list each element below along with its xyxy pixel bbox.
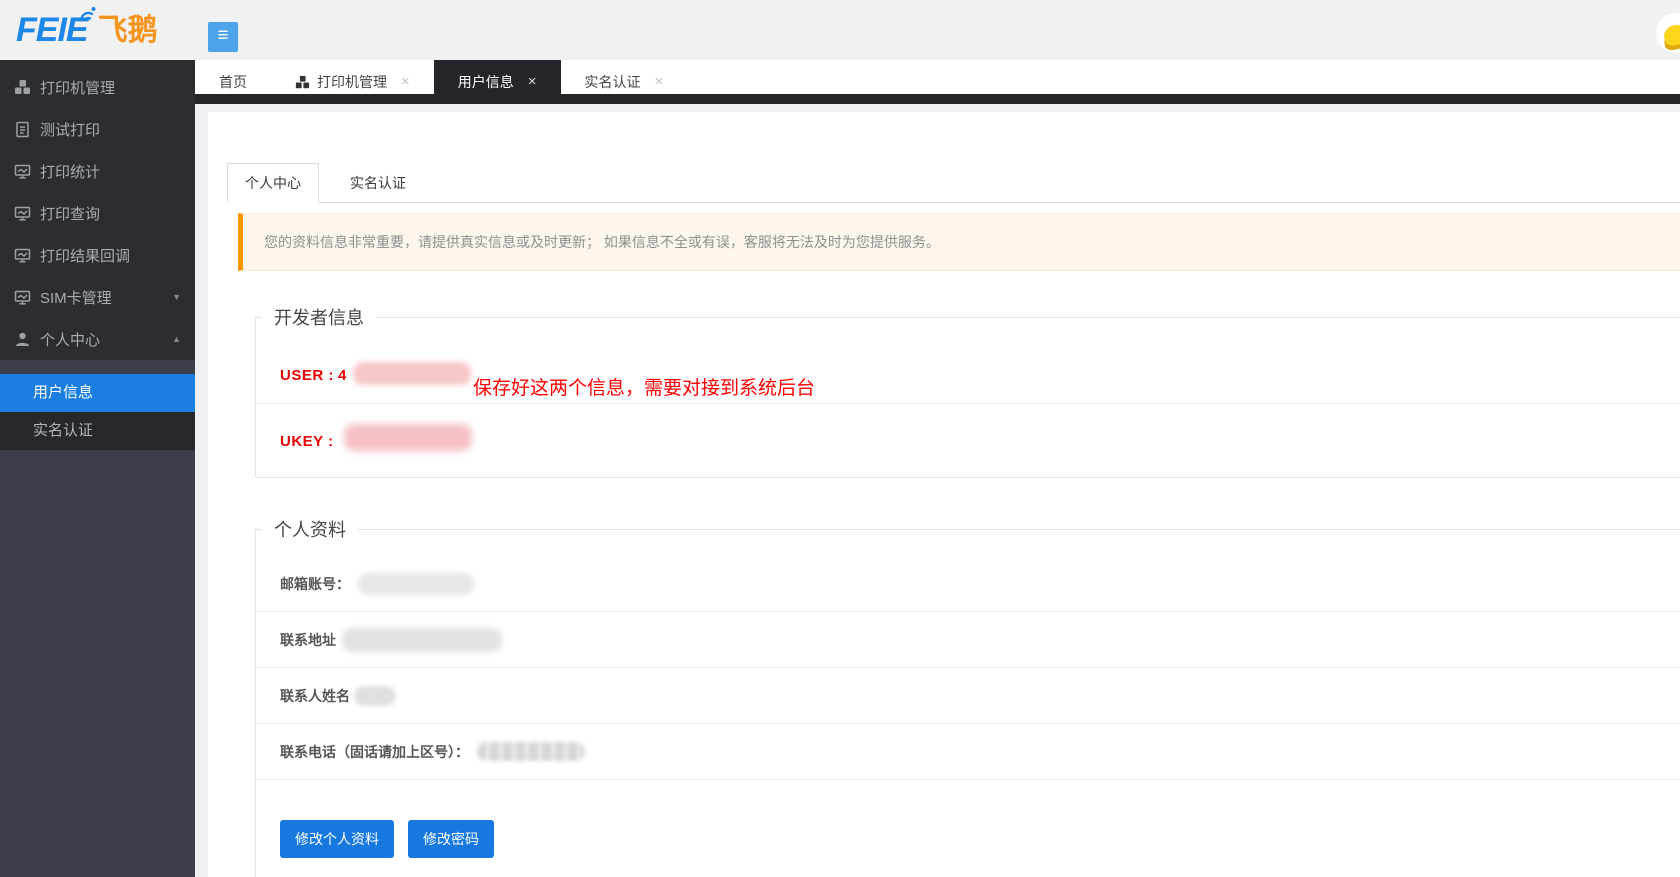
window-tab-user-info[interactable]: 用户信息 ×	[434, 60, 561, 104]
content-card: 个人中心 实名认证 您的资料信息非常重要，请提供真实信息或及时更新； 如果信息不…	[208, 112, 1680, 877]
sidebar-item-label: SIM卡管理	[40, 287, 172, 308]
contact-name-row: 联系人姓名	[256, 668, 1680, 724]
sidebar-item-test-print[interactable]: 测试打印	[0, 108, 195, 150]
monitor-chart-icon	[14, 205, 31, 222]
phone-row: 联系电话（固话请加上区号）：	[256, 724, 1680, 780]
alert-text: 您的资料信息非常重要，请提供真实信息或及时更新； 如果信息不全或有误，客服将无法…	[264, 232, 940, 252]
window-tab-realname-auth[interactable]: 实名认证 ×	[561, 60, 688, 104]
app-root: FEIE 飞鹅 ≡	[0, 0, 1680, 877]
redacted-phone-value	[477, 742, 585, 761]
printer-cubes-icon	[14, 79, 31, 96]
user-key-row: USER : 4	[256, 330, 1680, 403]
developer-info-legend: 开发者信息	[262, 304, 376, 330]
top-header: FEIE 飞鹅 ≡	[0, 0, 1680, 60]
content-tab-realname-auth[interactable]: 实名认证	[319, 164, 437, 202]
brand-text-en: FEIE	[16, 11, 88, 49]
window-tab-label: 首页	[219, 72, 247, 92]
email-row: 邮箱账号：	[256, 556, 1680, 612]
profile-section: 个人资料 邮箱账号： 联系地址 联系人姓名 联系电话（固话请加上区号）：	[255, 516, 1680, 877]
caret-up-icon: ▲	[172, 334, 181, 344]
sidebar-item-label: 打印查询	[40, 203, 183, 224]
developer-note: 保存好这两个信息，需要对接到系统后台	[473, 373, 815, 400]
window-tab-home[interactable]: 首页	[195, 60, 271, 104]
user-icon	[14, 331, 31, 348]
close-icon[interactable]: ×	[401, 75, 410, 89]
user-value-prefix: 4	[338, 367, 346, 384]
content-tab-personal-center[interactable]: 个人中心	[227, 163, 319, 203]
edit-profile-button[interactable]: 修改个人资料	[280, 820, 394, 858]
sidebar-item-personal-center[interactable]: 个人中心 ▲	[0, 318, 195, 360]
sidebar: 打印机管理 测试打印	[0, 60, 195, 877]
sidebar-subitem-user-info[interactable]: 用户信息	[0, 374, 195, 412]
avatar-goose-icon	[1662, 23, 1680, 48]
sidebar-toggle-button[interactable]: ≡	[208, 22, 238, 52]
user-avatar[interactable]	[1656, 13, 1680, 53]
sidebar-item-print-query[interactable]: 打印查询	[0, 192, 195, 234]
window-tabbar: 首页 打印机管理 × 用户信息 × 实名认证 ×	[195, 60, 1680, 104]
sidebar-subitem-realname-auth[interactable]: 实名认证	[0, 412, 195, 450]
window-tab-label: 打印机管理	[317, 72, 387, 92]
redacted-ukey-value	[344, 424, 472, 451]
redacted-name-value	[354, 686, 396, 706]
brand-logo: FEIE 飞鹅	[16, 11, 158, 49]
window-tab-label: 用户信息	[458, 72, 514, 92]
contact-name-label: 联系人姓名	[280, 686, 350, 706]
sidebar-item-print-stats[interactable]: 打印统计	[0, 150, 195, 192]
monitor-chart-icon	[14, 247, 31, 264]
redacted-user-value	[353, 362, 471, 385]
phone-label: 联系电话（固话请加上区号）：	[280, 742, 469, 762]
ukey-row: UKEY :	[256, 404, 1680, 477]
monitor-chart-icon	[14, 289, 31, 306]
sidebar-menu: 打印机管理 测试打印	[0, 60, 195, 360]
developer-info-section: 开发者信息 USER : 4 UKEY :	[255, 304, 1680, 478]
profile-legend: 个人资料	[262, 516, 358, 542]
sidebar-item-label: 打印统计	[40, 161, 183, 182]
close-icon[interactable]: ×	[655, 75, 664, 89]
ukey-label: UKEY :	[280, 433, 334, 450]
caret-down-icon: ▼	[172, 292, 181, 302]
window-tab-printer-management[interactable]: 打印机管理 ×	[271, 60, 434, 104]
email-label: 邮箱账号：	[280, 574, 350, 594]
sidebar-item-label: 打印机管理	[40, 77, 183, 98]
printer-cubes-icon	[295, 75, 310, 90]
redacted-email-value	[358, 573, 474, 595]
sidebar-item-sim-management[interactable]: SIM卡管理 ▼	[0, 276, 195, 318]
address-row: 联系地址	[256, 612, 1680, 668]
sidebar-item-label: 个人中心	[40, 329, 172, 350]
brand-text-cn: 飞鹅	[98, 13, 158, 49]
sidebar-item-label: 打印结果回调	[40, 245, 183, 266]
window-tab-label: 实名认证	[585, 72, 641, 92]
sidebar-submenu: 用户信息 实名认证	[0, 374, 195, 450]
redacted-address-value	[342, 628, 502, 652]
user-label: USER :	[280, 367, 334, 384]
address-label: 联系地址	[280, 630, 336, 650]
content-tabs: 个人中心 实名认证	[227, 163, 1680, 203]
monitor-chart-icon	[14, 163, 31, 180]
info-alert: 您的资料信息非常重要，请提供真实信息或及时更新； 如果信息不全或有误，客服将无法…	[238, 213, 1680, 271]
document-icon	[14, 121, 31, 138]
sidebar-item-print-callback[interactable]: 打印结果回调	[0, 234, 195, 276]
edit-password-button[interactable]: 修改密码	[408, 820, 494, 858]
sidebar-item-label: 测试打印	[40, 119, 183, 140]
wifi-signal-icon	[78, 5, 98, 26]
close-icon[interactable]: ×	[528, 75, 537, 89]
profile-actions: 修改个人资料 修改密码	[280, 820, 1680, 877]
main-area: 首页 打印机管理 × 用户信息 × 实名认证 ×	[195, 60, 1680, 877]
sidebar-item-printer-management[interactable]: 打印机管理	[0, 66, 195, 108]
